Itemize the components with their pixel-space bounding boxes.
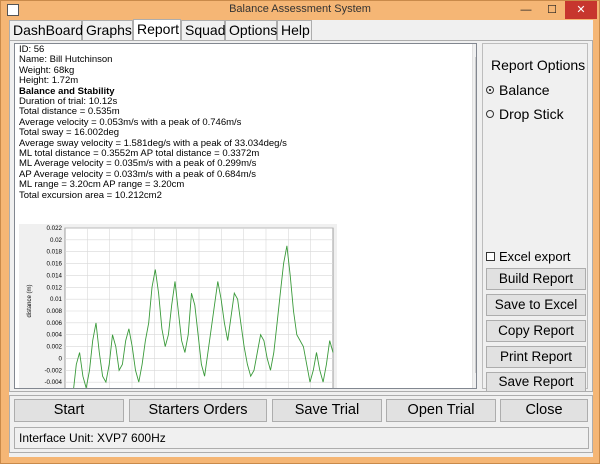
chart-y-tick-label: 0.002 <box>47 344 63 351</box>
radio-balance-label: Balance <box>499 82 550 98</box>
radio-balance[interactable]: Balance <box>486 82 550 98</box>
client-area: DashBoard Graphs Report Squad Options He… <box>9 19 593 457</box>
starters-orders-button[interactable]: Starters Orders <box>129 399 267 422</box>
chart-y-tick-label: 0.014 <box>47 272 63 279</box>
bottom-controls: Start Starters Orders Save Trial Open Tr… <box>9 395 593 453</box>
report-tab-panel: ID: 56 Name: Bill Hutchinson Weight: 68kg H… <box>9 40 593 392</box>
radio-unselected-icon[interactable] <box>486 110 494 119</box>
build-report-button[interactable]: Build Report <box>486 268 586 290</box>
chart-y-tick-label: 0.008 <box>47 308 63 315</box>
report-line: Total excursion area = 10.212cm2 <box>19 189 162 201</box>
chart-y-tick-label: 0.018 <box>47 249 63 256</box>
chart-y-tick-label: -0.004 <box>44 379 62 386</box>
report-options-group: Report Options Balance Drop Stick Excel … <box>482 43 588 392</box>
tab-dashboard[interactable]: DashBoard <box>9 20 83 40</box>
print-report-button[interactable]: Print Report <box>486 346 586 368</box>
chart-y-tick-label: 0.006 <box>47 320 63 327</box>
scroll-thumb[interactable] <box>475 57 476 373</box>
start-button[interactable]: Start <box>14 399 124 422</box>
report-text: ID: 56 Name: Bill Hutchinson Weight: 68kg H… <box>19 44 287 201</box>
minimize-icon[interactable]: — <box>513 1 539 19</box>
radio-selected-icon[interactable] <box>486 86 494 95</box>
chart-y-tick-label: 0.016 <box>47 261 63 268</box>
chart-grid <box>64 227 334 388</box>
radio-drop-stick-label: Drop Stick <box>499 106 564 122</box>
tab-help[interactable]: Help <box>277 20 312 40</box>
save-to-excel-button[interactable]: Save to Excel <box>486 294 586 316</box>
chart-y-tick-label: 0.01 <box>50 296 63 303</box>
excel-export-label: Excel export <box>499 249 571 264</box>
checkbox-icon[interactable] <box>486 252 495 262</box>
report-vertical-scrollbar[interactable]: ▲ ▼ <box>472 44 477 388</box>
chart-y-tick-label: -0.002 <box>44 367 62 374</box>
close-window-icon[interactable]: ✕ <box>565 1 597 19</box>
chart-y-tick-label: 0.012 <box>47 284 63 291</box>
app-window: Balance Assessment System — ☐ ✕ DashBoar… <box>0 0 600 464</box>
distance-chart: 0.022 0.02 0.018 0.016 0.014 0.012 0.01 0.008 0.… <box>19 224 337 388</box>
close-button[interactable]: Close <box>500 399 588 422</box>
maximize-icon[interactable]: ☐ <box>539 1 565 19</box>
status-bar: Interface Unit: XVP7 600Hz <box>14 427 589 449</box>
tab-squad[interactable]: Squad <box>181 20 225 40</box>
title-bar[interactable]: Balance Assessment System — ☐ ✕ <box>1 1 599 19</box>
scroll-down-icon[interactable]: ▼ <box>473 378 477 388</box>
open-trial-button[interactable]: Open Trial <box>386 399 496 422</box>
chart-y-tick-label: 0.02 <box>50 237 63 244</box>
copy-report-button[interactable]: Copy Report <box>486 320 586 342</box>
chart-y-axis-label: distance (m) <box>27 284 33 317</box>
radio-drop-stick[interactable]: Drop Stick <box>486 106 564 122</box>
report-options-title: Report Options <box>491 57 586 73</box>
chart-y-tick-label: 0 <box>59 355 63 362</box>
excel-export-checkbox[interactable]: Excel export <box>486 249 571 264</box>
scroll-up-icon[interactable]: ▲ <box>473 44 477 56</box>
tab-graphs[interactable]: Graphs <box>82 20 133 40</box>
report-view[interactable]: ID: 56 Name: Bill Hutchinson Weight: 68kg H… <box>14 43 477 389</box>
tab-report[interactable]: Report <box>133 19 181 41</box>
window-title: Balance Assessment System <box>229 3 371 15</box>
tab-options[interactable]: Options <box>225 20 277 40</box>
save-report-button[interactable]: Save Report <box>486 372 586 392</box>
chart-y-tick-label: 0.004 <box>47 332 63 339</box>
save-trial-button[interactable]: Save Trial <box>272 399 382 422</box>
chart-y-tick-label: 0.022 <box>47 225 63 232</box>
